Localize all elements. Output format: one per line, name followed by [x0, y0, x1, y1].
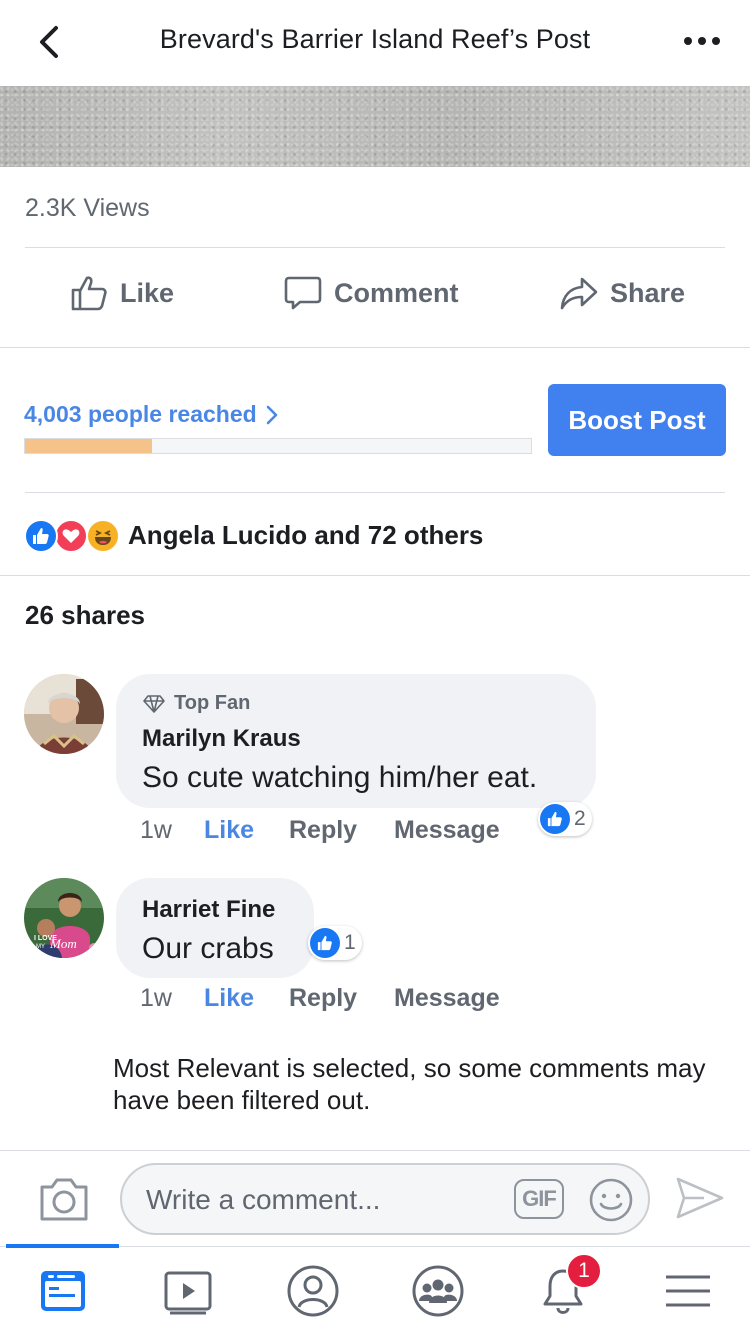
people-reached-link[interactable]: 4,003 people reached — [24, 401, 279, 428]
chevron-right-icon — [266, 405, 277, 424]
comment-time: 1w — [140, 984, 172, 1012]
comment-like-count[interactable]: 2 — [538, 802, 592, 836]
reach-progress-bar — [24, 438, 532, 454]
more-options-icon[interactable] — [680, 26, 724, 56]
groups-icon[interactable] — [410, 1263, 466, 1319]
comment-bubble[interactable]: Harriet Fine Our crabs — [116, 878, 314, 978]
comment-composer: Write a comment... GIF — [0, 1150, 750, 1246]
share-label: Share — [610, 277, 686, 308]
thumbs-up-icon — [71, 276, 107, 311]
comment-like-count[interactable]: 1 — [308, 926, 362, 960]
post-image[interactable] — [0, 86, 750, 167]
boost-post-button[interactable]: Boost Post — [548, 384, 726, 456]
commenter-name[interactable]: Harriet Fine — [142, 896, 288, 924]
header-bar: Brevard's Barrier Island Reef’s Post — [0, 0, 750, 86]
comment-icon — [284, 276, 322, 310]
comment-label: Comment — [334, 277, 459, 308]
like-reaction-icon — [540, 804, 570, 834]
comment-text: Our crabs — [142, 932, 274, 965]
avatar[interactable]: I LOVE MY Mom — [24, 878, 104, 958]
send-icon[interactable] — [674, 1173, 726, 1223]
diamond-icon — [143, 694, 165, 713]
emoji-icon[interactable] — [588, 1177, 634, 1223]
svg-text:MY: MY — [36, 944, 45, 950]
watch-icon[interactable] — [160, 1263, 216, 1319]
comment-like-button[interactable]: Like — [204, 816, 289, 845]
like-label: Like — [120, 277, 175, 308]
like-reaction-icon — [310, 928, 340, 958]
share-arrow-icon — [560, 277, 598, 310]
comment-meta: 1w Like Reply Message — [140, 984, 500, 1013]
comment-input[interactable]: Write a comment... GIF — [120, 1163, 650, 1235]
comment-reply-button[interactable]: Reply — [289, 984, 394, 1013]
haha-reaction-icon — [86, 519, 120, 553]
comment-message-button[interactable]: Message — [394, 984, 500, 1013]
divider — [0, 347, 750, 348]
like-count: 1 — [344, 931, 356, 954]
comment-time: 1w — [140, 816, 172, 844]
shares-count[interactable]: 26 shares — [25, 600, 145, 631]
active-tab-indicator — [6, 1244, 119, 1248]
divider — [25, 492, 725, 493]
like-reaction-icon — [24, 519, 58, 553]
like-button[interactable]: Like — [70, 268, 174, 318]
comment-input-placeholder: Write a comment... — [146, 1184, 381, 1215]
love-reaction-icon — [54, 519, 88, 553]
camera-icon[interactable] — [38, 1175, 90, 1223]
comment-button[interactable]: Comment — [284, 268, 459, 318]
top-fan-label: Top Fan — [174, 692, 251, 714]
comment-like-button[interactable]: Like — [204, 984, 289, 1013]
comment-text: So cute watching him/her eat. — [142, 761, 538, 794]
svg-text:Mom: Mom — [49, 936, 77, 951]
menu-icon[interactable] — [660, 1263, 716, 1319]
comment-filter-note: Most Relevant is selected, so some comme… — [113, 1053, 706, 1115]
views-count[interactable]: 2.3K Views — [25, 194, 150, 223]
reactors-text: Angela Lucido and 72 others — [128, 519, 484, 550]
reactions-summary[interactable]: Angela Lucido and 72 others — [24, 512, 483, 558]
comment-reply-button[interactable]: Reply — [289, 816, 394, 845]
comment-message-button[interactable]: Message — [394, 816, 500, 845]
divider — [0, 575, 750, 576]
comment-meta: 1w Like Reply Message — [140, 816, 500, 845]
people-reached-label: 4,003 people reached — [24, 401, 257, 427]
page-title: Brevard's Barrier Island Reef’s Post — [159, 24, 591, 54]
share-button[interactable]: Share — [560, 268, 685, 318]
like-count: 2 — [574, 807, 586, 830]
news-feed-icon[interactable] — [35, 1263, 91, 1319]
commenter-name[interactable]: Marilyn Kraus — [142, 725, 570, 753]
gif-button[interactable]: GIF — [514, 1179, 564, 1219]
avatar[interactable] — [24, 674, 104, 754]
notification-badge: 1 — [566, 1253, 602, 1289]
top-fan-badge: Top Fan — [142, 692, 570, 715]
reaction-icons — [24, 515, 124, 555]
profile-icon[interactable] — [285, 1263, 341, 1319]
bottom-tab-bar: 1 — [0, 1244, 750, 1334]
reach-progress-fill — [25, 439, 152, 453]
comment-bubble[interactable]: Top Fan Marilyn Kraus So cute watching h… — [116, 674, 596, 808]
post-action-bar: Like Comment Share — [0, 248, 750, 348]
